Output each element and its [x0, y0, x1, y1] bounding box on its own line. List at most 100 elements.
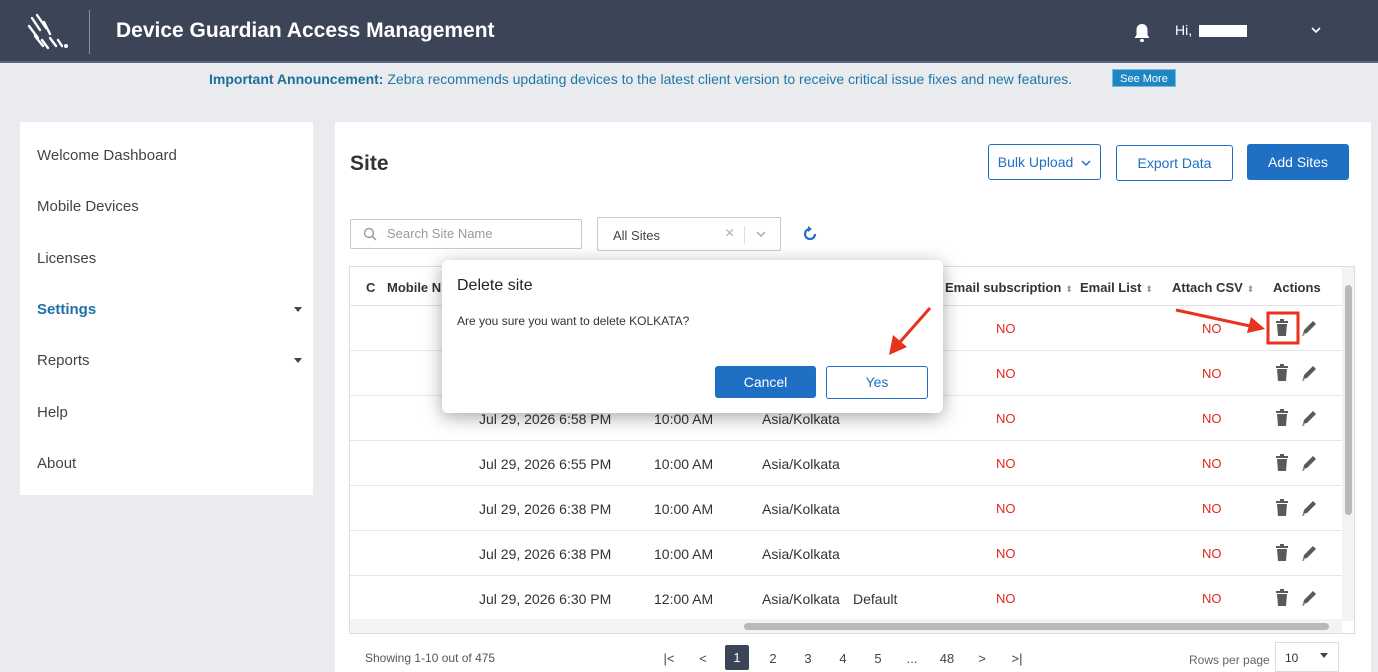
table-row: Jul 29, 2026 6:38 PM 10:00 AM Asia/Kolkata…	[350, 531, 1342, 576]
chevron-down-icon[interactable]	[755, 229, 767, 239]
search-icon	[363, 227, 377, 241]
time-cell: 10:00 AM	[654, 456, 714, 472]
rows-per-page-select[interactable]: 10	[1275, 642, 1339, 672]
timezone-cell: Asia/Kolkata	[762, 456, 840, 472]
trash-icon[interactable]	[1274, 544, 1290, 562]
trash-icon[interactable]	[1274, 589, 1290, 607]
sidebar-item-reports[interactable]: Reports	[37, 352, 90, 369]
time-cell: 10:00 AM	[654, 411, 714, 427]
chevron-down-icon[interactable]	[1308, 22, 1324, 38]
timezone-cell: Asia/Kolkata	[762, 501, 840, 517]
first-page-button[interactable]: |<	[657, 651, 681, 666]
refresh-icon[interactable]	[800, 224, 820, 244]
announcement-body: Zebra recommends updating devices to the…	[383, 71, 1073, 87]
app-title: Device Guardian Access Management	[116, 19, 495, 42]
email-subscription-cell: NO	[996, 546, 1016, 561]
dialog-message: Are you sure you want to delete KOLKATA?	[457, 314, 690, 328]
sidebar-item-mobile-devices[interactable]: Mobile Devices	[37, 198, 139, 215]
sort-icon[interactable]: ⬍	[1247, 284, 1255, 294]
table-row: Jul 29, 2026 6:55 PM 10:00 AM Asia/Kolkata…	[350, 441, 1342, 486]
bulk-upload-label: Bulk Upload	[997, 154, 1074, 170]
vertical-scrollbar[interactable]	[1342, 267, 1354, 621]
sidebar-item-help[interactable]: Help	[37, 404, 68, 421]
scroll-thumb[interactable]	[744, 623, 1329, 630]
page-button[interactable]: 4	[831, 651, 855, 666]
next-page-button[interactable]: >	[970, 651, 994, 666]
add-sites-button[interactable]: Add Sites	[1247, 144, 1349, 180]
time-cell: 12:00 AM	[654, 591, 714, 607]
announcement-text: Important Announcement: Zebra recommends…	[209, 71, 1072, 87]
column-header-label: Email subscription	[945, 280, 1062, 295]
page-button[interactable]: 1	[725, 645, 749, 670]
sidebar-item-welcome-dashboard[interactable]: Welcome Dashboard	[37, 147, 177, 164]
sort-icon[interactable]: ⬍	[1065, 284, 1073, 294]
scroll-thumb[interactable]	[1345, 285, 1352, 515]
table-row: Jul 29, 2026 6:38 PM 10:00 AM Asia/Kolkata…	[350, 486, 1342, 531]
yes-button[interactable]: Yes	[826, 366, 928, 399]
date-cell: Jul 29, 2026 6:38 PM	[479, 501, 612, 517]
sidebar-item-licenses[interactable]: Licenses	[37, 250, 96, 267]
user-greeting[interactable]: Hi,	[1175, 22, 1192, 38]
clear-icon[interactable]: ×	[725, 225, 734, 243]
sidebar-item-settings[interactable]: Settings	[37, 301, 96, 318]
email-subscription-cell: NO	[996, 456, 1016, 471]
email-subscription-cell: NO	[996, 366, 1016, 381]
rows-per-page-label: Rows per page	[1189, 653, 1270, 667]
page-ellipsis: ...	[906, 651, 918, 666]
header-divider	[89, 10, 90, 54]
search-box[interactable]	[350, 219, 582, 249]
sidebar-item-about[interactable]: About	[37, 455, 76, 472]
redacted-username	[1199, 25, 1247, 37]
caret-down-icon[interactable]	[294, 358, 302, 363]
top-bar: Device Guardian Access Management Hi,	[0, 0, 1378, 63]
pencil-icon[interactable]	[1301, 319, 1317, 337]
column-header[interactable]: Attach CSV ⬍	[1172, 280, 1254, 295]
caret-down-icon	[1320, 653, 1328, 658]
page-button[interactable]: 2	[761, 651, 785, 666]
rows-per-page-value: 10	[1285, 651, 1299, 665]
column-header[interactable]: Email subscription ⬍	[945, 280, 1073, 295]
date-cell: Jul 29, 2026 6:30 PM	[479, 591, 612, 607]
page-button[interactable]: 48	[935, 651, 959, 666]
column-header[interactable]: Email List ⬍	[1080, 280, 1153, 295]
chevron-down-icon	[1081, 160, 1091, 167]
pencil-icon[interactable]	[1301, 499, 1317, 517]
export-data-button[interactable]: Export Data	[1116, 145, 1233, 181]
pencil-icon[interactable]	[1301, 454, 1317, 472]
zebra-logo-icon	[27, 13, 68, 50]
sort-icon[interactable]: ⬍	[1145, 284, 1153, 294]
horizontal-scrollbar[interactable]	[350, 619, 1342, 633]
prev-page-button[interactable]: <	[691, 651, 715, 666]
bell-icon[interactable]	[1132, 22, 1152, 44]
search-input[interactable]	[387, 226, 577, 241]
trash-icon[interactable]	[1274, 454, 1290, 472]
column-header[interactable]: Mobile N	[387, 280, 441, 295]
trash-icon[interactable]	[1274, 499, 1290, 517]
attach-csv-cell: NO	[1202, 501, 1222, 516]
last-page-button[interactable]: >|	[1005, 651, 1029, 666]
trash-icon[interactable]	[1274, 409, 1290, 427]
column-header-label: Email List	[1080, 280, 1142, 295]
page-button[interactable]: 5	[866, 651, 890, 666]
pencil-icon[interactable]	[1301, 589, 1317, 607]
column-header[interactable]: C	[366, 280, 375, 295]
pencil-icon[interactable]	[1301, 409, 1317, 427]
pagination-info: Showing 1-10 out of 475	[365, 651, 496, 665]
see-more-button[interactable]: See More	[1112, 69, 1176, 87]
page-button[interactable]: 3	[796, 651, 820, 666]
date-cell: Jul 29, 2026 6:38 PM	[479, 546, 612, 562]
column-header-label: Attach CSV	[1172, 280, 1243, 295]
site-filter-select[interactable]: All Sites ×	[597, 217, 781, 251]
delete-site-dialog: Delete site Are you sure you want to del…	[442, 260, 943, 413]
attach-csv-cell: NO	[1202, 546, 1222, 561]
announcement-label: Important Announcement:	[209, 71, 384, 87]
pencil-icon[interactable]	[1301, 544, 1317, 562]
bulk-upload-button[interactable]: Bulk Upload	[988, 144, 1101, 180]
table-row: Jul 29, 2026 6:30 PM 12:00 AM Asia/Kolkata…	[350, 576, 1342, 621]
trash-icon[interactable]	[1274, 364, 1290, 382]
pencil-icon[interactable]	[1301, 364, 1317, 382]
trash-icon[interactable]	[1274, 319, 1290, 337]
caret-down-icon[interactable]	[294, 307, 302, 312]
attach-csv-cell: NO	[1202, 591, 1222, 606]
cancel-button[interactable]: Cancel	[715, 366, 816, 398]
